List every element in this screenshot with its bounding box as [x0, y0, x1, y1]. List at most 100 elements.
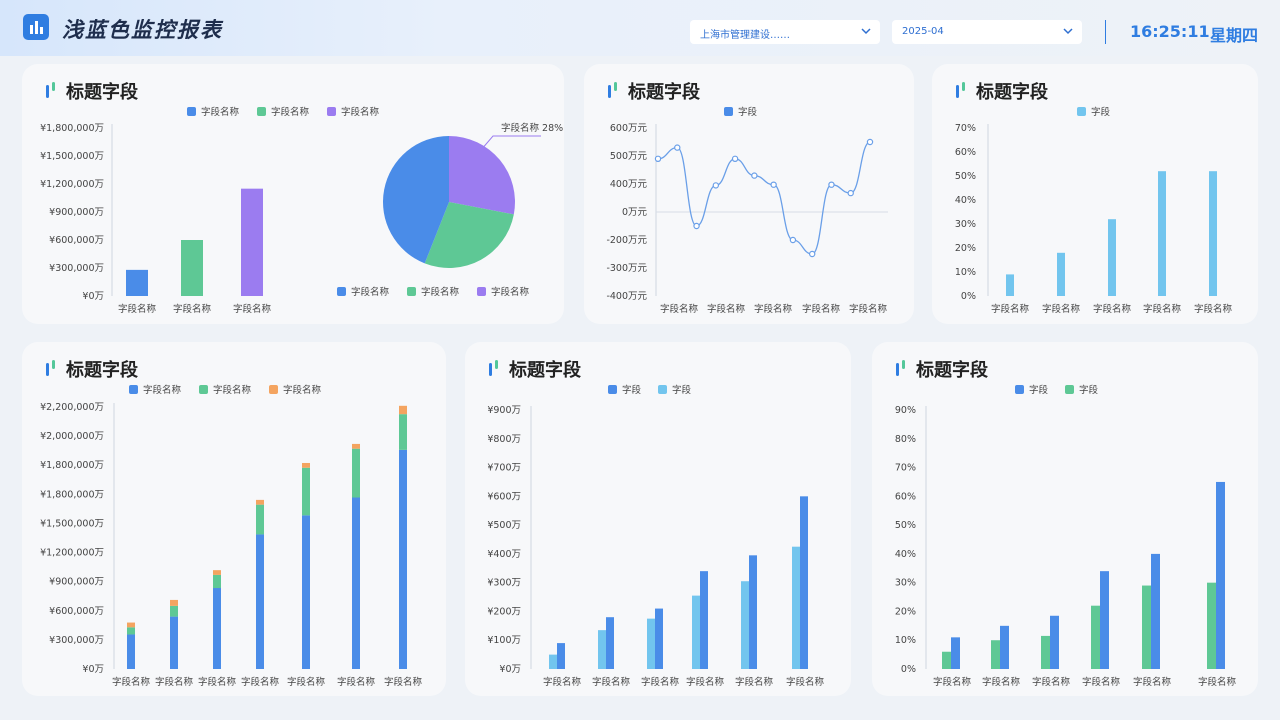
y-tick-label: ¥1,500,000万 [40, 518, 104, 529]
y-tick-label: 400万元 [610, 179, 648, 190]
panel-grouped-bar: 标题字段 字段 字段 ¥0万 ¥100万 ¥200万 ¥300万 ¥400万 ¥500万 ¥60… [465, 342, 851, 696]
y-tick-label: ¥700万 [487, 463, 521, 474]
stacked-bar-segment [302, 462, 310, 468]
stacked-bar-segment [127, 634, 135, 669]
y-tick-label: 0% [901, 664, 916, 675]
y-tick-label: 60% [895, 491, 916, 502]
y-tick-label: 90% [895, 405, 916, 416]
legend-swatch [1065, 385, 1074, 394]
line-point [712, 182, 720, 189]
y-tick-label: ¥2,200,000万 [40, 402, 104, 413]
bar [800, 496, 808, 669]
legend-label: 字段名称 [491, 286, 530, 298]
bar [549, 654, 557, 669]
legend-label: 字段 [1079, 384, 1099, 396]
x-tick-label: 字段名称 [849, 303, 888, 315]
bar [991, 640, 1000, 669]
x-tick-label: 字段名称 [982, 676, 1021, 688]
y-tick-label: 50% [955, 171, 976, 182]
y-tick-label: ¥800万 [487, 434, 521, 445]
bar [951, 637, 960, 669]
stacked-bar-segment [352, 443, 360, 449]
stacked-bar-segment [127, 622, 135, 628]
bar [1041, 635, 1050, 669]
y-tick-label: ¥1,200,000万 [40, 179, 104, 190]
x-tick-label: 字段名称 [641, 676, 680, 688]
x-tick-label: 字段名称 [991, 303, 1030, 315]
legend-label: 字段名称 [143, 384, 182, 396]
legend-swatch [269, 385, 278, 394]
bar [1100, 571, 1109, 669]
x-tick-label: 字段名称 [592, 676, 631, 688]
line-point [654, 155, 662, 163]
y-tick-label: ¥100万 [487, 635, 521, 646]
x-tick-label: 字段名称 [707, 303, 746, 315]
legend-swatch [337, 287, 346, 296]
y-tick-label: ¥1,800,000万 [40, 123, 104, 134]
line-point [770, 181, 777, 188]
x-tick-label: 字段名称 [1032, 676, 1071, 688]
line-chart: 字段 -400万元 -300万元 -200万元 0万元 400万元 500万元 600万元字段… [606, 106, 888, 315]
line-point [731, 155, 739, 163]
bar [1050, 615, 1059, 669]
legend-label: 字段名称 [341, 106, 380, 118]
y-tick-label: ¥1,500,000万 [40, 151, 104, 162]
panel-line: 标题字段 字段 -400万元 -300万元 -200万元 0万元 400万元 500万元 60… [584, 64, 914, 324]
pie-callout-line [480, 135, 541, 151]
x-tick-label: 字段名称 [1194, 303, 1233, 315]
stacked-bar-segment [170, 599, 178, 606]
bar [557, 643, 565, 669]
x-tick-label: 字段名称 [118, 303, 157, 315]
y-tick-label: ¥500万 [487, 520, 521, 531]
stacked-bar-segment [352, 497, 360, 669]
stacked-bar-segment [256, 534, 264, 669]
panel-bar-pie: 标题字段 字段名称 字段名称 字段名称 ¥0万 ¥300,000万 ¥600,000万 ¥9… [22, 64, 564, 324]
legend-swatch [257, 107, 266, 116]
y-tick-label: 20% [895, 606, 916, 617]
y-tick-label: 30% [955, 219, 976, 230]
x-tick-label: 字段名称 [241, 676, 280, 688]
x-tick-label: 字段名称 [1093, 303, 1132, 315]
legend-label: 字段名称 [271, 106, 310, 118]
x-tick-label: 字段名称 [1143, 303, 1182, 315]
x-tick-label: 字段名称 [754, 303, 793, 315]
stacked-bar-segment [170, 605, 178, 617]
chevron-down-icon [1062, 25, 1074, 40]
x-tick-label: 字段名称 [802, 303, 841, 315]
y-tick-label: ¥0万 [82, 291, 104, 302]
line-point [866, 138, 874, 146]
stacked-bar-chart: 字段名称 字段名称 字段名称¥0万¥300,000万¥600,000万¥900,00… [40, 384, 422, 688]
legend-swatch [608, 385, 617, 394]
stacked-bar-segment [213, 570, 221, 575]
legend-swatch [327, 107, 336, 116]
y-tick-label: 80% [895, 434, 916, 445]
header-bar: 浅蓝色监控报表 上海市管理建设…… 2025-04 16:25:11 星期四 [0, 0, 1280, 56]
date-select[interactable]: 2025-04 [892, 20, 1082, 44]
region-select[interactable]: 上海市管理建设…… [690, 20, 880, 44]
bar [1142, 585, 1151, 669]
weekday-label: 星期四 [1210, 26, 1259, 45]
line-point [808, 250, 816, 258]
bar [1216, 481, 1225, 669]
stacked-bar-segment [127, 627, 135, 635]
panel-grouped-percent-bar: 标题字段 字段 字段 0% 10% 20% 30% 40% 50% 60% 70% 80% 90% 字段… [872, 342, 1258, 696]
clock-time: 16:25:11 [1130, 22, 1210, 41]
line-point [693, 222, 700, 230]
legend-label: 字段名称 [351, 286, 390, 298]
bar [126, 269, 148, 296]
y-tick-label: ¥0万 [82, 664, 104, 675]
pie-callout-label: 字段名称 28% [501, 122, 563, 134]
x-tick-label: 字段名称 [933, 676, 972, 688]
line-point [847, 189, 854, 197]
bar [749, 555, 757, 669]
legend-label: 字段 [622, 384, 642, 396]
stacked-bar-segment [399, 449, 407, 669]
y-tick-label: -300万元 [606, 263, 647, 274]
legend-swatch [1077, 107, 1086, 116]
line-point [751, 172, 758, 179]
y-tick-label: -400万元 [606, 291, 647, 302]
y-tick-label: 500万元 [610, 151, 648, 162]
legend-swatch [407, 287, 416, 296]
stacked-bar-segment [399, 414, 407, 450]
legend-swatch [724, 107, 733, 116]
